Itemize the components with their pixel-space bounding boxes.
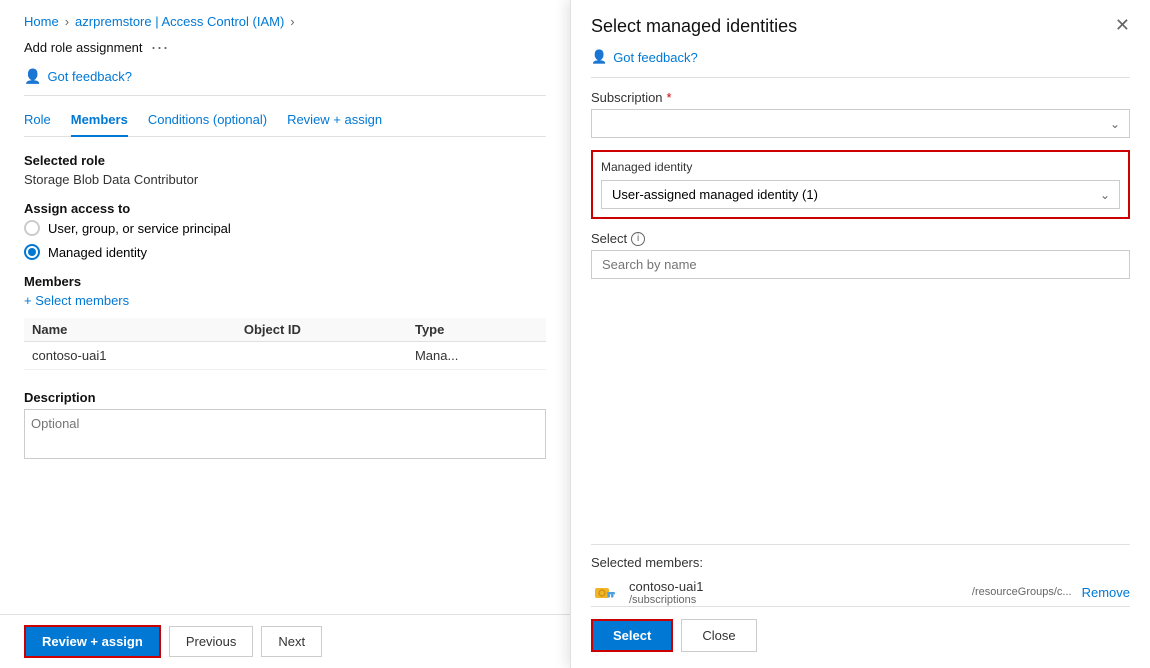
subscription-select-wrapper: ⌄ xyxy=(591,109,1130,138)
page-title-container: Add role assignment ··· xyxy=(24,37,546,58)
tabs-container: Role Members Conditions (optional) Revie… xyxy=(24,106,546,137)
remove-member-button[interactable]: Remove xyxy=(1082,585,1130,600)
feedback-label: Got feedback? xyxy=(47,69,132,84)
select-group: Select i xyxy=(591,231,1130,279)
subscription-label: Subscription * xyxy=(591,90,1130,105)
managed-identity-label: Managed identity xyxy=(601,160,1120,174)
description-label: Description xyxy=(24,390,546,405)
col-type: Type xyxy=(407,318,546,342)
managed-identity-select[interactable]: User-assigned managed identity (1) xyxy=(601,180,1120,209)
member-info: contoso-uai1 /subscriptions xyxy=(629,579,962,606)
radio-user-label: User, group, or service principal xyxy=(48,221,231,236)
subscription-select[interactable] xyxy=(591,109,1130,138)
assign-access-options: User, group, or service principal Manage… xyxy=(24,220,546,260)
panel-feedback-icon: 👤 xyxy=(591,49,607,65)
cell-name: contoso-uai1 xyxy=(24,342,236,370)
selected-role-value: Storage Blob Data Contributor xyxy=(24,172,546,187)
panel-feedback[interactable]: 👤 Got feedback? xyxy=(591,49,1130,78)
more-options-icon[interactable]: ··· xyxy=(151,37,169,58)
panel-close-button[interactable]: Close xyxy=(681,619,756,652)
member-icon xyxy=(591,578,619,606)
member-name: contoso-uai1 xyxy=(629,579,962,594)
tab-conditions[interactable]: Conditions (optional) xyxy=(148,106,267,137)
select-info-icon[interactable]: i xyxy=(631,232,645,246)
breadcrumb: Home › azrpremstore | Access Control (IA… xyxy=(24,14,546,29)
col-objectid: Object ID xyxy=(236,318,407,342)
select-label: Select i xyxy=(591,231,1130,246)
results-area xyxy=(591,291,1130,544)
selected-member-item: contoso-uai1 /subscriptions /resourceGro… xyxy=(591,578,1130,606)
col-name: Name xyxy=(24,318,236,342)
radio-managed-label: Managed identity xyxy=(48,245,147,260)
panel-feedback-label: Got feedback? xyxy=(613,50,698,65)
left-bottom-bar: Review + assign Previous Next xyxy=(0,614,570,668)
breadcrumb-sep1: › xyxy=(65,14,69,29)
tab-role[interactable]: Role xyxy=(24,106,51,137)
breadcrumb-home[interactable]: Home xyxy=(24,14,59,29)
feedback-bar[interactable]: 👤 Got feedback? xyxy=(24,68,546,96)
right-panel: Select managed identities ✕ 👤 Got feedba… xyxy=(570,0,1150,668)
breadcrumb-sep2: › xyxy=(290,14,294,29)
review-assign-button[interactable]: Review + assign xyxy=(24,625,161,658)
member-path: /subscriptions xyxy=(629,594,962,606)
search-input[interactable] xyxy=(591,250,1130,279)
radio-user[interactable]: User, group, or service principal xyxy=(24,220,546,236)
feedback-icon: 👤 xyxy=(24,68,41,85)
next-button[interactable]: Next xyxy=(261,626,322,657)
subscription-required: * xyxy=(667,90,672,105)
panel-header: Select managed identities ✕ xyxy=(591,16,1130,37)
panel-bottom-bar: Select Close xyxy=(591,606,1130,652)
panel-title: Select managed identities xyxy=(591,16,797,37)
radio-circle-managed[interactable] xyxy=(24,244,40,260)
panel-select-button[interactable]: Select xyxy=(591,619,673,652)
left-panel: Home › azrpremstore | Access Control (IA… xyxy=(0,0,570,668)
members-section: Members + Select members Name Object ID … xyxy=(24,274,546,370)
tab-members[interactable]: Members xyxy=(71,106,128,137)
cell-objectid xyxy=(236,342,407,370)
previous-button[interactable]: Previous xyxy=(169,626,254,657)
page-title: Add role assignment xyxy=(24,40,143,55)
members-table: Name Object ID Type contoso-uai1 Mana... xyxy=(24,318,546,370)
selected-members-section: Selected members: contoso-uai1 /subscrip… xyxy=(591,544,1130,606)
members-label: Members xyxy=(24,274,546,289)
close-panel-button[interactable]: ✕ xyxy=(1115,16,1130,34)
managed-identity-group: Managed identity User-assigned managed i… xyxy=(591,150,1130,219)
selected-members-title: Selected members: xyxy=(591,555,1130,570)
selected-role-label: Selected role xyxy=(24,153,546,168)
assign-access-label: Assign access to xyxy=(24,201,546,216)
tab-review[interactable]: Review + assign xyxy=(287,106,382,137)
description-textarea[interactable] xyxy=(24,409,546,459)
radio-managed[interactable]: Managed identity xyxy=(24,244,546,260)
managed-identity-select-wrapper: User-assigned managed identity (1) ⌄ xyxy=(601,180,1120,209)
select-members-button[interactable]: + Select members xyxy=(24,293,129,308)
radio-circle-user[interactable] xyxy=(24,220,40,236)
table-row: contoso-uai1 Mana... xyxy=(24,342,546,370)
subscription-group: Subscription * ⌄ xyxy=(591,90,1130,138)
cell-type: Mana... xyxy=(407,342,546,370)
breadcrumb-storage[interactable]: azrpremstore | Access Control (IAM) xyxy=(75,14,284,29)
member-resource: /resourceGroups/c... xyxy=(972,586,1072,598)
